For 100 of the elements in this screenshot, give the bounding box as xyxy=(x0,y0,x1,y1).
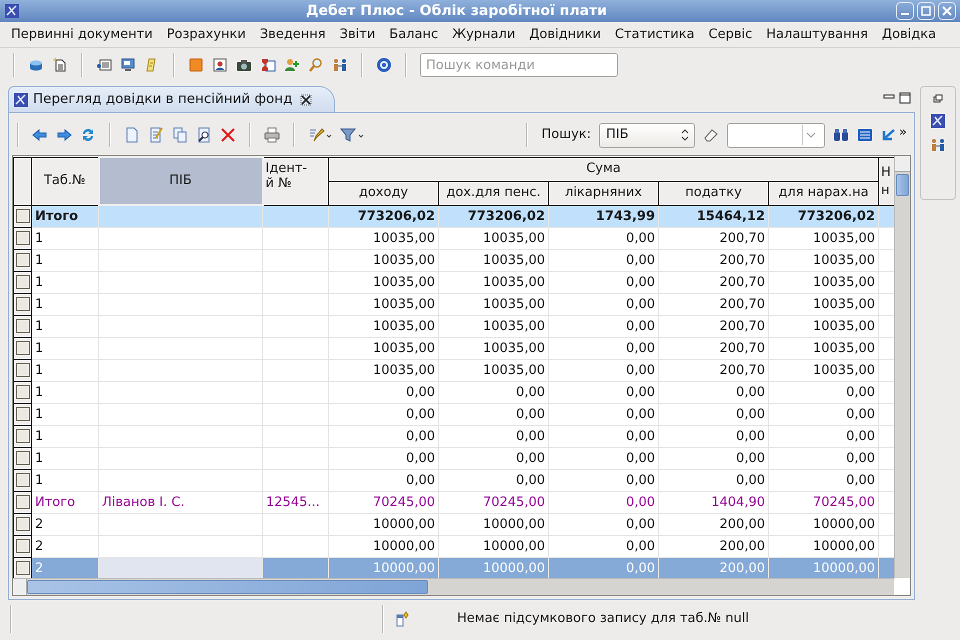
table-cell: 0,00 xyxy=(438,381,548,403)
row-checkbox[interactable] xyxy=(16,209,30,223)
table-cell: 1 xyxy=(32,249,98,271)
menu-item[interactable]: Журнали xyxy=(445,24,522,44)
row-checkbox[interactable] xyxy=(16,561,30,575)
menu-item[interactable]: Розрахунки xyxy=(160,24,253,44)
column-header[interactable]: Таб.№ xyxy=(32,157,98,205)
vertical-scrollbar[interactable] xyxy=(894,156,910,578)
row-checkbox[interactable] xyxy=(16,385,30,399)
table-cell: 0,00 xyxy=(548,403,658,425)
table-cell: 1 xyxy=(32,447,98,469)
lines-icon[interactable] xyxy=(857,127,874,143)
row-checkbox[interactable] xyxy=(16,253,30,267)
maximize-button[interactable] xyxy=(917,2,935,20)
row-checkbox[interactable] xyxy=(16,363,30,377)
menu-item[interactable]: Звіти xyxy=(332,24,382,44)
menu-item[interactable]: Статистика xyxy=(608,24,702,44)
focused-cell[interactable] xyxy=(98,557,262,579)
camera-icon[interactable] xyxy=(236,57,252,73)
menu-item[interactable]: Сервіс xyxy=(702,24,760,44)
menu-item[interactable]: Довідка xyxy=(874,24,944,44)
table-cell: 10035,00 xyxy=(438,227,548,249)
square-icon[interactable] xyxy=(188,57,204,73)
table-cell: 10035,00 xyxy=(328,315,438,337)
overflow-chevron[interactable]: » xyxy=(899,123,907,142)
column-header[interactable]: податку xyxy=(658,181,768,205)
menu-item[interactable]: Зведення xyxy=(252,24,333,44)
edit-document-icon[interactable] xyxy=(148,127,164,143)
binoculars-icon[interactable] xyxy=(833,127,850,143)
forward-arrow-icon[interactable] xyxy=(56,127,72,143)
column-header[interactable]: доходу xyxy=(328,181,438,205)
row-checkbox[interactable] xyxy=(16,275,30,289)
table-cell: 0,00 xyxy=(658,469,768,491)
table-cell: 0,00 xyxy=(328,447,438,469)
refresh-icon[interactable] xyxy=(80,127,96,143)
search-value-field[interactable] xyxy=(727,122,826,148)
row-checkbox[interactable] xyxy=(16,231,30,245)
row-checkbox[interactable] xyxy=(16,517,30,531)
row-checkbox[interactable] xyxy=(16,429,30,443)
table-cell: 10000,00 xyxy=(328,513,438,535)
filter-icon[interactable] xyxy=(340,127,364,143)
preview-icon[interactable] xyxy=(196,127,212,143)
portrait-icon[interactable] xyxy=(212,57,228,73)
close-icon[interactable] xyxy=(300,94,312,106)
people-icon[interactable] xyxy=(930,137,946,153)
table-cell: 10035,00 xyxy=(438,293,548,315)
column-header[interactable]: лікарняних xyxy=(548,181,658,205)
restore-icon[interactable] xyxy=(932,93,944,105)
close-button[interactable] xyxy=(938,2,956,20)
back-arrow-icon[interactable] xyxy=(32,127,48,143)
row-checkbox[interactable] xyxy=(16,297,30,311)
table-cell: 0,00 xyxy=(548,227,658,249)
menu-item[interactable]: Довідники xyxy=(522,24,608,44)
pen-icon[interactable] xyxy=(308,127,332,143)
app-icon xyxy=(4,3,20,19)
table-cell: Ліванов І. С. xyxy=(98,491,262,513)
column-header[interactable]: ПІБ xyxy=(98,157,262,205)
horizontal-scrollbar[interactable] xyxy=(13,578,894,595)
row-checkbox[interactable] xyxy=(16,319,30,333)
row-checkbox[interactable] xyxy=(16,407,30,421)
command-search-field[interactable]: Пошук команди xyxy=(420,53,618,77)
menu-item[interactable]: Баланс xyxy=(382,24,446,44)
undo-arrow-icon[interactable] xyxy=(881,127,898,143)
menu-item[interactable]: Налаштування xyxy=(759,24,875,44)
table-cell: 1 xyxy=(32,227,98,249)
new-document-icon[interactable] xyxy=(52,57,68,73)
monitor-icon[interactable] xyxy=(120,57,136,73)
row-checkbox[interactable] xyxy=(16,451,30,465)
table-row[interactable]: Итого 773206,02 773206,02 1743,99 15464,12 773206,02 xyxy=(14,205,895,227)
table-cell: 10035,00 xyxy=(768,337,879,359)
search-icon[interactable] xyxy=(308,57,324,73)
delete-icon[interactable] xyxy=(220,127,236,143)
app-icon[interactable] xyxy=(930,113,946,129)
row-checkbox[interactable] xyxy=(16,495,30,509)
column-header[interactable]: для нарах.на xyxy=(768,181,879,205)
table-cell: 0,00 xyxy=(438,469,548,491)
row-checkbox[interactable] xyxy=(16,341,30,355)
table-cell: 0,00 xyxy=(328,403,438,425)
document-icon[interactable] xyxy=(124,127,140,143)
document-tab[interactable]: Перегляд довідки в пенсійний фонд xyxy=(8,86,336,112)
people-icon[interactable] xyxy=(332,57,348,73)
eraser-icon[interactable] xyxy=(703,127,720,143)
add-user-icon[interactable] xyxy=(284,57,300,73)
list-icon[interactable] xyxy=(96,57,112,73)
table-cell: 0,00 xyxy=(548,535,658,557)
menu-item[interactable]: Первинні документи xyxy=(4,24,160,44)
table-cell: 0,00 xyxy=(438,403,548,425)
row-checkbox[interactable] xyxy=(16,473,30,487)
minimize-button[interactable] xyxy=(896,2,914,20)
column-header[interactable]: Ідент-й № xyxy=(262,157,328,205)
copy-icon[interactable] xyxy=(172,127,188,143)
column-header[interactable]: дох.для пенс. xyxy=(438,181,548,205)
table-cell: 1 xyxy=(32,337,98,359)
table-cell: 0,00 xyxy=(548,425,658,447)
column-header[interactable]: Н н xyxy=(878,157,895,205)
search-column-field[interactable]: ПІБ xyxy=(599,122,696,148)
row-checkbox[interactable] xyxy=(16,539,30,553)
printer-icon[interactable] xyxy=(264,127,280,143)
table-cell: 200,70 xyxy=(658,315,768,337)
maximize-icon[interactable] xyxy=(899,92,911,104)
